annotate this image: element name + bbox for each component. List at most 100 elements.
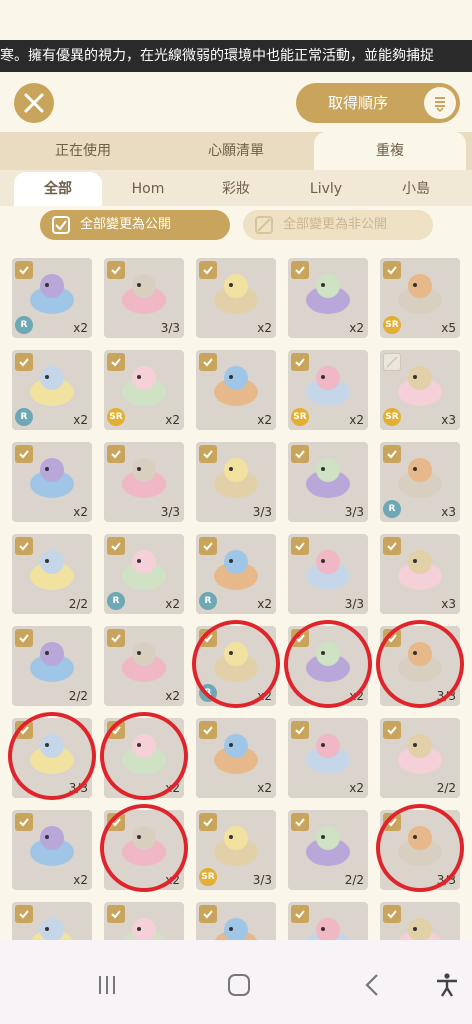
highlight-circle [284, 620, 372, 708]
make-all-public-label: 全部變更為公開 [80, 217, 172, 232]
public-checkbox[interactable] [199, 353, 217, 371]
public-checkbox[interactable] [291, 445, 309, 463]
public-checkbox[interactable] [291, 813, 309, 831]
public-checkbox[interactable] [199, 813, 217, 831]
public-checkbox[interactable] [383, 537, 401, 555]
close-button[interactable] [14, 83, 54, 123]
item-cell[interactable]: 2/2 [288, 810, 368, 890]
public-checkbox[interactable] [15, 445, 33, 463]
item-count: 3/3 [252, 505, 272, 519]
item-count: 2/2 [68, 689, 88, 703]
rarity-badge: R [107, 592, 125, 610]
public-checkbox[interactable] [199, 537, 217, 555]
public-checkbox[interactable] [383, 445, 401, 463]
item-cell[interactable]: Rx3 [380, 442, 460, 522]
public-checkbox[interactable] [291, 905, 309, 923]
public-checkbox[interactable] [15, 629, 33, 647]
public-checkbox[interactable] [15, 537, 33, 555]
sort-order-button[interactable]: 取得順序 [296, 83, 460, 123]
rarity-badge: SR [199, 868, 217, 886]
item-cell[interactable]: Rx2 [196, 534, 276, 614]
item-cell[interactable]: 3/3 [288, 534, 368, 614]
public-checkbox[interactable] [107, 261, 125, 279]
public-checkbox[interactable] [291, 721, 309, 739]
public-checkbox[interactable] [291, 261, 309, 279]
item-count: x3 [441, 597, 456, 611]
item-cell[interactable]: x2 [288, 718, 368, 798]
public-checkbox[interactable] [15, 813, 33, 831]
item-cell[interactable]: x2 [196, 258, 276, 338]
item-count: 2/2 [68, 597, 88, 611]
tab-livly[interactable]: Livly [288, 172, 364, 206]
item-cell[interactable]: 2/2 [12, 626, 92, 706]
back-icon[interactable] [360, 972, 386, 998]
public-checkbox[interactable] [15, 261, 33, 279]
item-cell[interactable]: 3/3 [196, 442, 276, 522]
public-checkbox[interactable] [199, 261, 217, 279]
item-cell[interactable]: 3/3 [104, 258, 184, 338]
tab-hom[interactable]: Hom [110, 172, 186, 206]
home-icon[interactable] [226, 972, 252, 998]
item-cell[interactable] [288, 902, 368, 940]
public-checkbox[interactable] [291, 353, 309, 371]
public-checkbox[interactable] [291, 537, 309, 555]
public-checkbox[interactable] [383, 353, 401, 371]
tab-island[interactable]: 小島 [378, 172, 454, 206]
description-ticker: 寒。擁有優異的視力，在光線微弱的環境中也能正常活動，並能夠捕捉 [0, 40, 472, 72]
item-cell[interactable]: x2 [104, 626, 184, 706]
public-checkbox[interactable] [383, 721, 401, 739]
item-cell[interactable]: x2 [196, 350, 276, 430]
make-all-public-button[interactable]: 全部變更為公開 [40, 210, 230, 240]
tab-makeup[interactable]: 彩妝 [198, 172, 274, 206]
item-count: 2/2 [344, 873, 364, 887]
item-cell[interactable]: SR x2 [104, 350, 184, 430]
item-cell[interactable]: 3/3 [104, 442, 184, 522]
public-checkbox[interactable] [199, 905, 217, 923]
public-checkbox[interactable] [15, 353, 33, 371]
tab-in-use[interactable]: 正在使用 [20, 132, 146, 170]
item-cell[interactable]: Rx2 [12, 350, 92, 430]
item-cell[interactable]: 3/3 [288, 442, 368, 522]
tab-duplicates[interactable]: 重複 [314, 132, 466, 170]
tab-all[interactable]: 全部 [14, 172, 102, 206]
item-count: x2 [165, 689, 180, 703]
item-cell[interactable]: x3 [380, 534, 460, 614]
item-cell[interactable] [12, 902, 92, 940]
tab-wishlist[interactable]: 心願清單 [172, 132, 300, 170]
item-cell[interactable]: Rx2 [104, 534, 184, 614]
public-checkbox[interactable] [199, 445, 217, 463]
public-checkbox[interactable] [107, 629, 125, 647]
public-checkbox[interactable] [383, 261, 401, 279]
item-cell[interactable]: 2/2 [380, 718, 460, 798]
highlight-circle [192, 620, 280, 708]
secondary-tabs: 全部 Hom 彩妝 Livly 小島 [0, 170, 472, 206]
item-cell[interactable]: SR x2 [288, 350, 368, 430]
item-cell[interactable]: SR x5 [380, 258, 460, 338]
public-checkbox[interactable] [107, 445, 125, 463]
item-cell[interactable] [104, 902, 184, 940]
item-cell[interactable] [380, 902, 460, 940]
item-cell[interactable]: 2/2 [12, 534, 92, 614]
public-checkbox[interactable] [383, 905, 401, 923]
highlight-circle [8, 712, 96, 800]
accessibility-icon[interactable] [434, 972, 460, 998]
item-count: 2/2 [436, 781, 456, 795]
item-cell[interactable]: SR 3/3 [196, 810, 276, 890]
public-checkbox[interactable] [199, 721, 217, 739]
item-cell[interactable]: x2 [196, 718, 276, 798]
item-cell[interactable] [196, 902, 276, 940]
item-cell[interactable]: SR x3 [380, 350, 460, 430]
recent-apps-icon[interactable] [94, 972, 120, 998]
checkbox-icon [52, 216, 70, 234]
public-checkbox[interactable] [107, 353, 125, 371]
item-count: 3/3 [344, 597, 364, 611]
item-cell[interactable]: Rx2 [12, 258, 92, 338]
public-checkbox[interactable] [107, 537, 125, 555]
item-count: x2 [349, 413, 364, 427]
item-cell[interactable]: x2 [12, 810, 92, 890]
item-cell[interactable]: x2 [288, 258, 368, 338]
make-all-private-button[interactable]: 全部變更為非公開 [243, 210, 433, 240]
public-checkbox[interactable] [15, 905, 33, 923]
item-cell[interactable]: x2 [12, 442, 92, 522]
public-checkbox[interactable] [107, 905, 125, 923]
